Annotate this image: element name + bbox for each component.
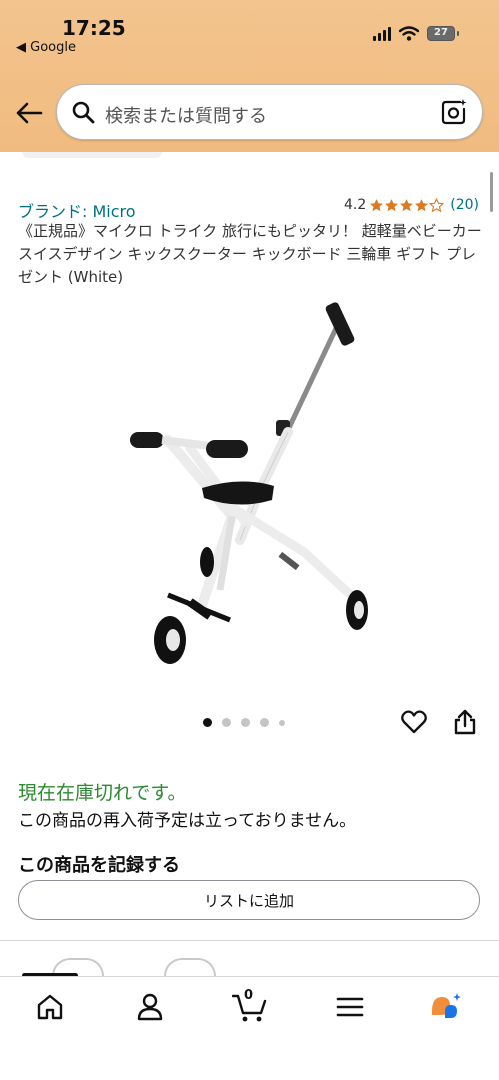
wifi-icon (399, 26, 419, 41)
star-full-icon (415, 198, 429, 211)
carousel-stub (22, 152, 162, 158)
product-image[interactable] (110, 290, 400, 680)
bottom-nav: 0 (0, 976, 499, 1080)
section-divider (0, 940, 499, 941)
battery-icon: 27 (427, 26, 459, 41)
search-input[interactable]: 検索または質問する (56, 84, 483, 140)
restock-note: この商品の再入荷予定は立っておりません。 (18, 811, 357, 831)
search-icon (72, 101, 95, 124)
partial-icon (164, 958, 216, 976)
carousel-dot[interactable] (279, 719, 285, 726)
camera-icon[interactable] (440, 98, 468, 126)
star-full-icon (385, 198, 399, 211)
rating-summary[interactable]: 4.2 (20) (344, 197, 479, 213)
header: 17:25 ◀ Google 27 検索または質問する (0, 0, 499, 152)
star-full-icon (400, 198, 414, 211)
share-icon[interactable] (452, 708, 478, 736)
carousel-dot[interactable] (203, 718, 212, 727)
menu-icon[interactable] (334, 991, 366, 1023)
rating-stars (369, 197, 445, 213)
image-carousel-indicator[interactable] (203, 718, 285, 727)
brand-link[interactable]: ブランド: Micro (18, 198, 136, 222)
status-time: 17:25 (62, 16, 126, 40)
carousel-dot[interactable] (222, 718, 231, 727)
review-count[interactable]: (20) (450, 197, 479, 213)
search-placeholder: 検索または質問する (105, 106, 267, 127)
back-arrow-icon[interactable] (14, 100, 44, 126)
record-heading: この商品を記録する (18, 855, 180, 876)
account-icon[interactable] (134, 991, 166, 1023)
star-full-icon (370, 198, 384, 211)
cart-count: 0 (244, 988, 254, 1003)
cellular-signal-icon (373, 26, 391, 41)
cart-button[interactable]: 0 (232, 988, 270, 1023)
rufus-assistant-icon[interactable] (428, 991, 464, 1023)
heart-icon[interactable] (400, 708, 428, 736)
status-indicators: 27 (373, 26, 459, 41)
scrollbar[interactable] (490, 172, 493, 212)
rating-value: 4.2 (343, 197, 367, 213)
home-icon[interactable] (34, 991, 66, 1023)
back-to-app-link[interactable]: ◀ Google (16, 40, 76, 55)
add-to-list-button[interactable]: リストに追加 (18, 880, 480, 920)
product-title: 《正規品》マイクロ トライク 旅行にもピッタリ！ 超軽量ベビーカー スイスデザイ… (18, 222, 482, 286)
stock-status: 現在在庫切れです。 (18, 782, 187, 804)
star-empty-icon (429, 197, 445, 212)
carousel-dot[interactable] (260, 718, 269, 727)
carousel-dot[interactable] (241, 718, 250, 727)
